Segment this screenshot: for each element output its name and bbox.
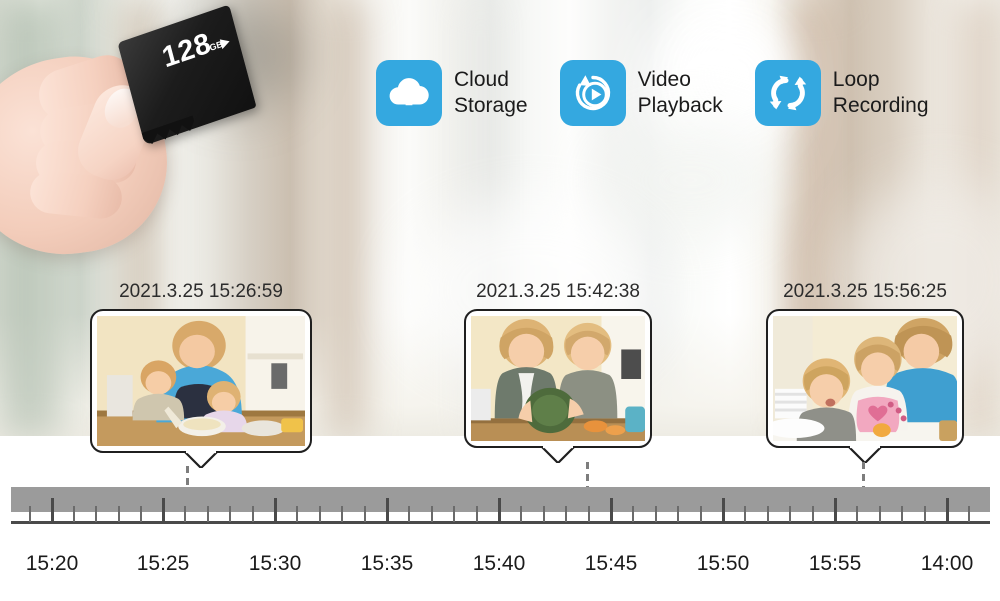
timeline-tick-minor (408, 506, 411, 522)
timeline-tick-minor (766, 506, 769, 522)
timeline-tick-minor (565, 506, 568, 522)
sd-capacity-label: 128 (158, 27, 215, 75)
hand-holding-sd-card: 128 GB (0, 0, 310, 267)
timeline-label: 15:35 (360, 552, 414, 575)
timeline-tick-minor (677, 506, 680, 522)
timeline-label: 15:30 (248, 552, 302, 575)
timeline-tick-minor (229, 506, 232, 522)
clip-timestamp: 2021.3.25 15:26:59 (119, 281, 283, 302)
timeline-tick-minor (318, 506, 321, 522)
timeline-tick-major (946, 498, 949, 522)
timeline-tick-minor (430, 506, 433, 522)
timeline-tick-minor (184, 506, 187, 522)
timeline-tick-minor (901, 506, 904, 522)
timeline-tick-major (834, 498, 837, 522)
timeline-label: 15:45 (584, 552, 638, 575)
timeline-tick-minor (878, 506, 881, 522)
timeline-tick-minor (542, 506, 545, 522)
timeline-tick-minor (856, 506, 859, 522)
timeline-tick-minor (789, 506, 792, 522)
timeline-label: 15:55 (808, 552, 862, 575)
timeline-tick-minor (95, 506, 98, 522)
timeline-tick-minor (699, 506, 702, 522)
timeline-tick-major (498, 498, 501, 522)
timeline-tick-major (722, 498, 725, 522)
feature-label: Video Playback (637, 68, 723, 117)
timeline-tick-minor (968, 506, 971, 522)
timeline-tick-minor (73, 506, 76, 522)
clip-thumbnail-1[interactable]: 2021.3.25 15:26:59 (90, 281, 312, 468)
timeline-tick-minor (341, 506, 344, 522)
feature-cloud-storage[interactable]: Cloud Storage (376, 60, 528, 126)
clip-bubble[interactable] (464, 309, 652, 448)
feature-video-playback[interactable]: Video Playback (559, 60, 723, 126)
timeline-tick-major (386, 498, 389, 522)
storage-timeline-infographic: 128 GB Cloud Storage Video Playback Loop… (0, 0, 1000, 601)
feature-label: Loop Recording (832, 68, 929, 117)
timeline-label: 15:25 (136, 552, 190, 575)
timeline-tick-minor (744, 506, 747, 522)
timeline-tick-minor (632, 506, 635, 522)
clip-timestamp: 2021.3.25 15:56:25 (783, 281, 947, 302)
timeline-tick-major (51, 498, 54, 522)
timeline-tick-minor (28, 506, 31, 522)
timeline-tick-minor (475, 506, 478, 522)
cloud-upload-icon (376, 60, 442, 126)
timeline-tick-minor (654, 506, 657, 522)
loop-recording-icon (754, 60, 821, 126)
timeline-tick-minor (453, 506, 456, 522)
clip-thumbnail-2[interactable]: 2021.3.25 15:42:38 (464, 281, 652, 463)
timeline-tick-minor (520, 506, 523, 522)
clip-bubble[interactable] (766, 309, 964, 448)
clip-image (773, 316, 957, 441)
timeline-tick-minor (923, 506, 926, 522)
feature-loop-recording[interactable]: Loop Recording (754, 60, 929, 126)
timeline-tick-major (274, 498, 277, 522)
bubble-tail (848, 446, 882, 463)
timeline-tick-minor (206, 506, 209, 522)
timeline-tick-minor (117, 506, 120, 522)
bubble-tail (184, 451, 218, 468)
timeline-tick-minor (811, 506, 814, 522)
timeline-label: 15:20 (25, 552, 79, 575)
timeline-label: 15:50 (696, 552, 750, 575)
clip-image (471, 316, 645, 441)
clip-timestamp: 2021.3.25 15:42:38 (476, 281, 640, 302)
timeline-tick-minor (363, 506, 366, 522)
feature-list: Cloud Storage Video Playback Loop Record… (376, 60, 929, 126)
timeline-label: 15:40 (472, 552, 526, 575)
microsd-card: 128 GB (117, 4, 257, 146)
feature-label: Cloud Storage (454, 68, 528, 117)
timeline-tick-minor (139, 506, 142, 522)
play-triangle-icon (219, 36, 231, 50)
timeline-tick-major (162, 498, 165, 522)
timeline-label: 14:00 (920, 552, 974, 575)
clip-thumbnail-3[interactable]: 2021.3.25 15:56:25 (766, 281, 964, 463)
bubble-tail (541, 446, 575, 463)
timeline-tick-minor (296, 506, 299, 522)
timeline-tick-minor (587, 506, 590, 522)
clip-image (97, 316, 305, 446)
timeline-tick-major (610, 498, 613, 522)
clip-bubble[interactable] (90, 309, 312, 453)
timeline-tick-minor (251, 506, 254, 522)
video-playback-icon (559, 60, 626, 126)
